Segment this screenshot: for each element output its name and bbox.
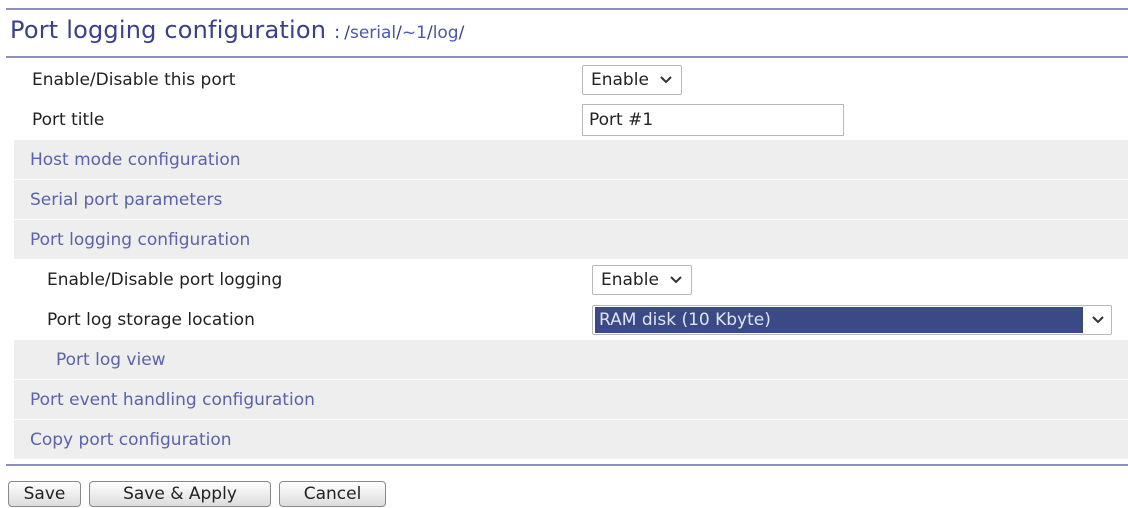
breadcrumb: / serial / ~1 / log / [344,23,464,43]
storage-location-value: RAM disk (10 Kbyte) [595,307,1083,333]
chevron-down-icon [1089,311,1107,329]
nav-copy-port-label[interactable]: Copy port configuration [14,430,232,450]
action-buttons: Save Save & Apply Cancel [8,481,386,507]
top-divider [6,8,1128,10]
port-title-control [582,104,844,136]
port-title-input[interactable] [582,104,844,136]
save-apply-button[interactable]: Save & Apply [89,481,271,507]
enable-port-label: Enable/Disable this port [32,70,236,90]
bottom-divider [6,464,1128,466]
chevron-down-icon [657,71,675,89]
enable-port-select[interactable]: Enable [582,65,682,95]
nav-host-mode-label[interactable]: Host mode configuration [14,150,241,170]
port-config-page: Port logging configuration : / serial / … [0,0,1128,508]
nav-event-handling[interactable]: Port event handling configuration [14,380,1128,420]
port-title-label: Port title [32,110,105,130]
breadcrumb-slash: / [458,23,465,43]
port-title-row: Port title [14,100,1128,140]
storage-location-row: Port log storage location RAM disk (10 K… [14,300,1128,340]
enable-logging-value: Enable [601,270,659,290]
chevron-down-icon [667,271,685,289]
enable-logging-label: Enable/Disable port logging [47,270,283,290]
header-divider [6,56,1128,58]
save-button[interactable]: Save [8,481,81,507]
breadcrumb-port[interactable]: ~1 [402,23,427,43]
nav-log-view-label[interactable]: Port log view [14,350,166,370]
enable-port-row: Enable/Disable this port Enable [14,60,1128,100]
storage-location-label: Port log storage location [47,310,255,330]
breadcrumb-serial[interactable]: serial [350,23,396,43]
page-title: Port logging configuration [10,16,327,44]
nav-port-logging[interactable]: Port logging configuration [14,220,1128,260]
config-form: Enable/Disable this port Enable Port tit… [14,60,1128,460]
nav-serial-params-label[interactable]: Serial port parameters [14,190,222,210]
cancel-button[interactable]: Cancel [279,481,386,507]
enable-logging-select[interactable]: Enable [592,265,692,295]
enable-logging-row: Enable/Disable port logging Enable [14,260,1128,300]
nav-serial-params[interactable]: Serial port parameters [14,180,1128,220]
title-separator: : [334,22,341,43]
nav-log-view[interactable]: Port log view [14,340,1128,380]
storage-location-select[interactable]: RAM disk (10 Kbyte) [592,305,1112,335]
nav-copy-port[interactable]: Copy port configuration [14,420,1128,460]
enable-port-value: Enable [591,70,649,90]
nav-host-mode[interactable]: Host mode configuration [14,140,1128,180]
breadcrumb-log[interactable]: log [433,23,459,43]
nav-port-logging-label[interactable]: Port logging configuration [14,230,250,250]
page-header: Port logging configuration : / serial / … [10,16,464,50]
nav-event-handling-label[interactable]: Port event handling configuration [14,390,315,410]
